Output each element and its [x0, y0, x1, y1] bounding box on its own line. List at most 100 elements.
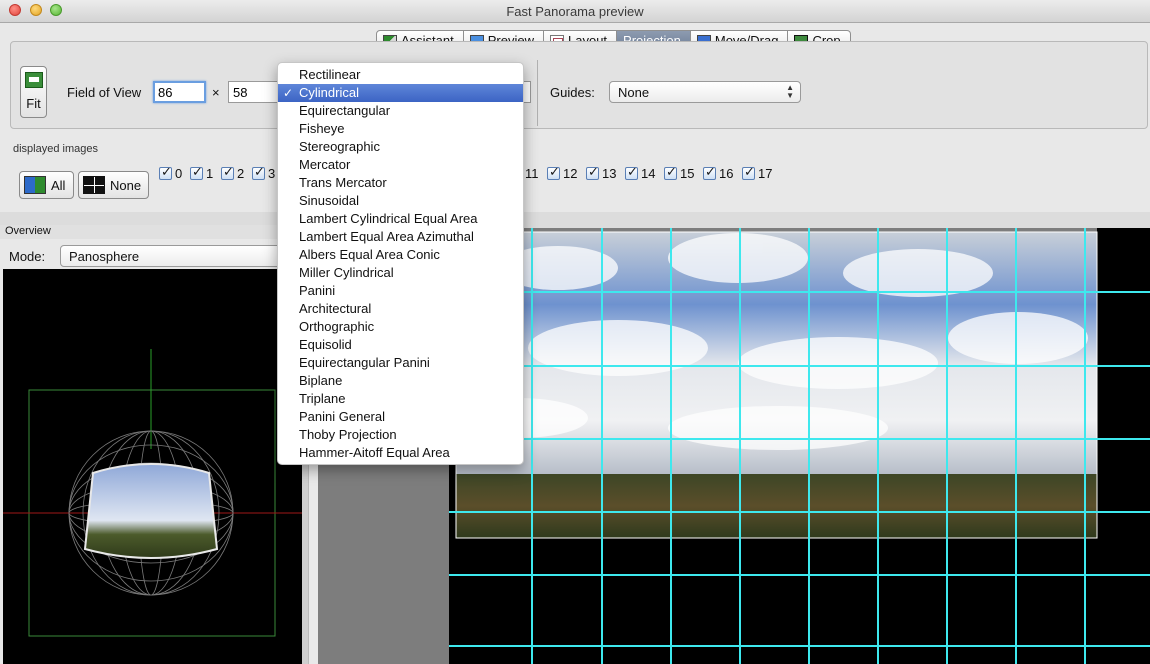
image-checkbox-1[interactable]: 1: [190, 164, 214, 181]
show-all-images-button[interactable]: All: [19, 171, 74, 199]
projection-option-label: Architectural: [299, 301, 372, 316]
projection-option[interactable]: Albers Equal Area Conic: [278, 246, 523, 264]
overview-header: Overview: [0, 225, 307, 239]
image-checkbox-15[interactable]: 15: [664, 164, 694, 181]
projection-option-label: Panini General: [299, 409, 385, 424]
show-no-images-button[interactable]: None: [78, 171, 149, 199]
image-checkbox-label: 2: [237, 166, 245, 181]
projection-option-label: Mercator: [299, 157, 351, 172]
guides-select[interactable]: None ▲ ▼: [609, 81, 801, 103]
projection-option[interactable]: Biplane: [278, 372, 523, 390]
image-checkbox-label: 3: [268, 166, 276, 181]
projection-option[interactable]: Architectural: [278, 300, 523, 318]
projection-option[interactable]: Equirectangular Panini: [278, 354, 523, 372]
panosphere-overview[interactable]: [3, 269, 302, 664]
projection-option-label: Lambert Cylindrical Equal Area: [299, 211, 478, 226]
projection-option-label: Equirectangular Panini: [299, 355, 430, 370]
all-images-icon: [24, 176, 46, 194]
fov-times-sign: ×: [212, 85, 220, 100]
select-arrows-icon: ▲ ▼: [786, 83, 794, 100]
fov-horizontal-input[interactable]: [153, 81, 206, 103]
projection-option-label: Lambert Equal Area Azimuthal: [299, 229, 474, 244]
checkmark-icon: ✓: [283, 86, 294, 100]
image-checkbox-label: 1: [206, 166, 214, 181]
projection-options: Rectilinear ✓ Cylindrical Equirectangular Fi…: [278, 63, 523, 462]
image-checkbox-2[interactable]: 2: [221, 164, 245, 181]
fit-label: Fit: [26, 96, 41, 111]
image-checkbox-3[interactable]: 3: [252, 164, 276, 181]
projection-option-label: Fisheye: [299, 121, 345, 136]
window-title: Fast Panorama preview: [506, 4, 644, 19]
image-checkbox-14[interactable]: 14: [625, 164, 655, 181]
checkbox-checked-icon: [547, 164, 560, 180]
checkbox-checked-icon: [190, 164, 203, 180]
checkbox-checked-icon: [625, 164, 638, 180]
projection-option[interactable]: Trans Mercator: [278, 174, 523, 192]
projection-option-label: Sinusoidal: [299, 193, 359, 208]
projection-option[interactable]: Panini General: [278, 408, 523, 426]
image-checkbox-label: 0: [175, 166, 183, 181]
image-checkbox-13[interactable]: 13: [586, 164, 616, 181]
projection-option-label: Equisolid: [299, 337, 352, 352]
checkbox-checked-icon: [252, 164, 265, 180]
checkbox-checked-icon: [664, 164, 677, 180]
ground-region: [456, 474, 1097, 538]
checkbox-checked-icon: [742, 164, 755, 180]
projection-option-label: Trans Mercator: [299, 175, 387, 190]
no-images-icon: [83, 176, 105, 194]
projection-option-label: Panini: [299, 283, 336, 298]
projection-option-label: Rectilinear: [299, 67, 361, 82]
guides-label: Guides:: [550, 85, 595, 100]
projection-option[interactable]: Miller Cylindrical: [278, 264, 523, 282]
image-checkbox-label: 12: [563, 166, 578, 181]
projection-option-label: Triplane: [299, 391, 346, 406]
checkbox-checked-icon: [586, 164, 599, 180]
projection-option-label: Thoby Projection: [299, 427, 397, 442]
panorama-on-sphere: [83, 463, 219, 559]
projection-option[interactable]: Rectilinear: [278, 66, 523, 84]
projection-option[interactable]: Lambert Equal Area Azimuthal: [278, 228, 523, 246]
projection-option-label: Cylindrical: [299, 85, 359, 100]
checkbox-checked-icon: [159, 164, 172, 180]
projection-option[interactable]: Triplane: [278, 390, 523, 408]
projection-option-label: Biplane: [299, 373, 343, 388]
image-checkbox-label: 16: [719, 166, 734, 181]
projection-dropdown-menu[interactable]: Rectilinear ✓ Cylindrical Equirectangular Fi…: [277, 62, 524, 465]
projection-option-label: Orthographic: [299, 319, 375, 334]
projection-option[interactable]: Orthographic: [278, 318, 523, 336]
displayed-images-label: displayed images: [13, 143, 98, 155]
checkbox-checked-icon: [221, 164, 234, 180]
projection-option-label: Albers Equal Area Conic: [299, 247, 440, 262]
projection-option[interactable]: Panini: [278, 282, 523, 300]
projection-option-label: Stereographic: [299, 139, 380, 154]
fit-button[interactable]: Fit: [20, 66, 47, 118]
mode-select[interactable]: Panosphere: [60, 245, 290, 267]
fit-icon: [24, 72, 43, 88]
projection-option-label: Hammer-Aitoff Equal Area: [299, 445, 450, 460]
checkbox-checked-icon: [703, 164, 716, 180]
projection-option[interactable]: Equirectangular: [278, 102, 523, 120]
image-checkbox-16[interactable]: 16: [703, 164, 734, 181]
image-checkbox-12[interactable]: 12: [547, 164, 578, 181]
projection-option[interactable]: Thoby Projection: [278, 426, 523, 444]
field-of-view-label: Field of View: [67, 85, 142, 100]
image-checkbox-0[interactable]: 0: [159, 164, 183, 181]
title-bar: Fast Panorama preview: [0, 0, 1150, 23]
projection-option[interactable]: Stereographic: [278, 138, 523, 156]
image-checkbox-17[interactable]: 17: [742, 164, 773, 181]
image-checkbox-11[interactable]: 11: [525, 166, 539, 181]
projection-option[interactable]: Hammer-Aitoff Equal Area: [278, 444, 523, 462]
none-label: None: [110, 177, 142, 193]
projection-option[interactable]: Lambert Cylindrical Equal Area: [278, 210, 523, 228]
projection-option[interactable]: ✓ Cylindrical: [278, 84, 523, 102]
projection-option-label: Miller Cylindrical: [299, 265, 394, 280]
all-label: All: [51, 177, 66, 193]
projection-option[interactable]: Mercator: [278, 156, 523, 174]
separator: [537, 60, 538, 126]
image-checkbox-label: 17: [758, 166, 773, 181]
guides-value: None: [618, 85, 650, 100]
mode-label: Mode:: [9, 249, 46, 264]
projection-option[interactable]: Fisheye: [278, 120, 523, 138]
projection-option[interactable]: Equisolid: [278, 336, 523, 354]
projection-option[interactable]: Sinusoidal: [278, 192, 523, 210]
